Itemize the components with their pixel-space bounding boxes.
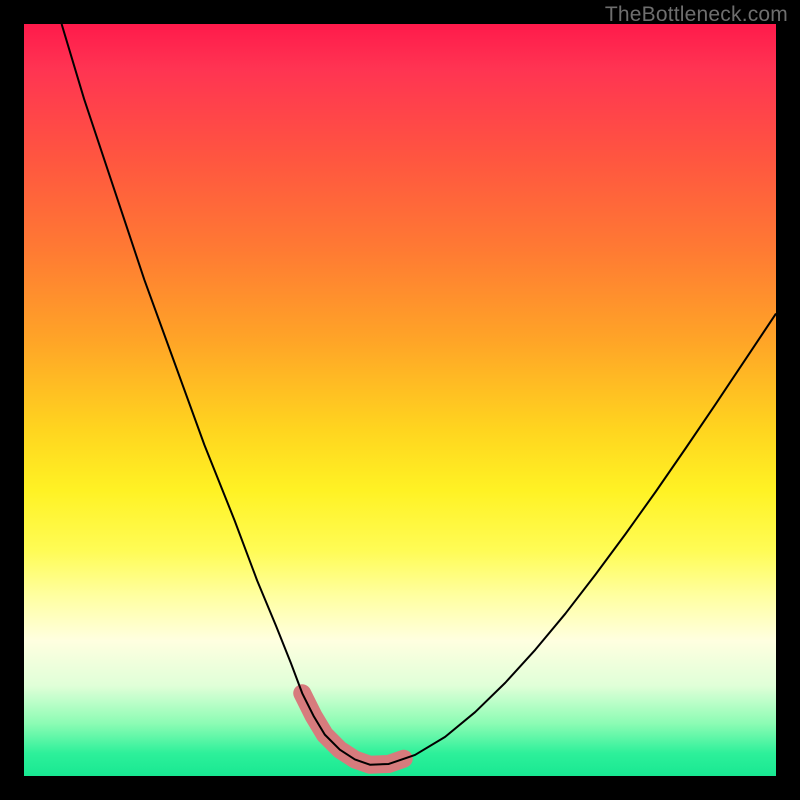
- plot-svg: [24, 24, 776, 776]
- chart-area: [24, 24, 776, 776]
- series-pink-highlight: [302, 693, 404, 764]
- series-black-curve: [62, 24, 776, 765]
- watermark-text: TheBottleneck.com: [605, 3, 788, 27]
